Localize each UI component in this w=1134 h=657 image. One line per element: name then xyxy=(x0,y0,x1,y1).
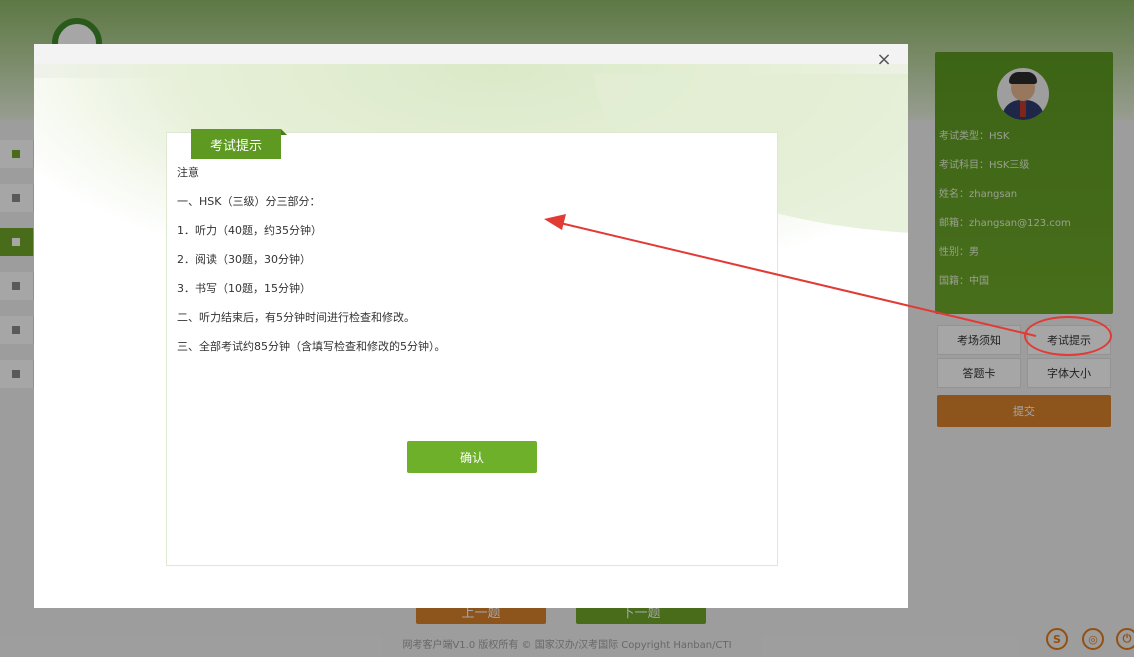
tip-line: 二、听力结束后，有5分钟时间进行检查和修改。 xyxy=(177,311,415,324)
annotation-circle xyxy=(1024,316,1112,356)
tips-content: 注意 一、HSK（三级）分三部分： 1．听力（40题，约35分钟） 2．阅读（3… xyxy=(177,165,446,368)
exam-tips-modal: × 考试提示 注意 一、HSK（三级）分三部分： 1．听力（40题，约35分钟）… xyxy=(34,44,908,608)
tips-tab-title: 考试提示 xyxy=(191,129,287,159)
tip-line: 3．书写（10题，15分钟） xyxy=(177,282,311,295)
tip-line: 三、全部考试约85分钟（含填写检查和修改的5分钟）。 xyxy=(177,340,446,353)
tip-line: 1．听力（40题，约35分钟） xyxy=(177,224,322,237)
tip-line: 一、HSK（三级）分三部分： xyxy=(177,195,321,208)
confirm-button[interactable]: 确认 xyxy=(407,441,537,473)
close-icon[interactable]: × xyxy=(874,50,894,70)
tip-line: 2．阅读（30题，30分钟） xyxy=(177,253,311,266)
tips-panel: 考试提示 注意 一、HSK（三级）分三部分： 1．听力（40题，约35分钟） 2… xyxy=(166,129,778,566)
tip-line: 注意 xyxy=(177,166,199,179)
